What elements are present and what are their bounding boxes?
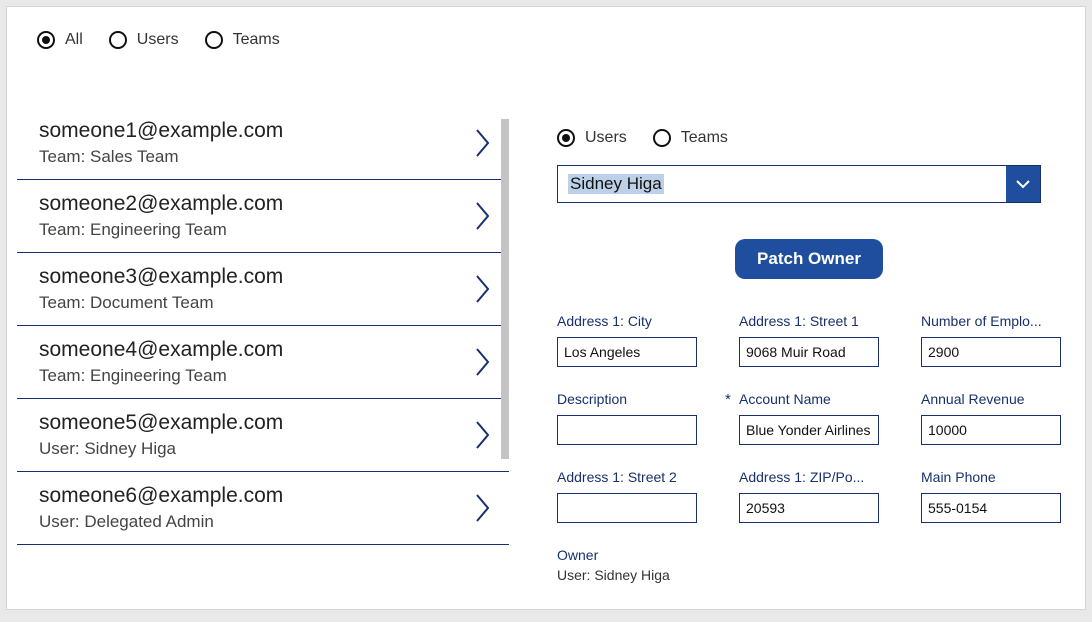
field-input[interactable] [921, 493, 1061, 523]
detail-filter-group: Users Teams [557, 129, 1061, 147]
field-label: Address 1: ZIP/Po... [739, 469, 879, 485]
chevron-right-icon [475, 274, 491, 304]
list-item-text: someone2@example.com Team: Engineering T… [39, 192, 283, 240]
field-address1-city: Address 1: City [557, 313, 697, 367]
filter-radio-teams[interactable]: Teams [205, 31, 280, 49]
radio-icon [557, 129, 575, 147]
chevron-right-icon [475, 201, 491, 231]
filter-label: Users [137, 31, 179, 49]
list-item-primary: someone3@example.com [39, 265, 283, 289]
list-item-text: someone3@example.com Team: Document Team [39, 265, 283, 313]
field-label: Description [557, 391, 697, 407]
filter-radio-users[interactable]: Users [109, 31, 179, 49]
chevron-right-icon [475, 347, 491, 377]
field-label: Address 1: Street 2 [557, 469, 697, 485]
field-label: Address 1: City [557, 313, 697, 329]
field-input[interactable] [557, 493, 697, 523]
split-layout: someone1@example.com Team: Sales Team so… [7, 107, 1085, 609]
owner-select[interactable]: Sidney Higa [557, 165, 1041, 203]
field-address1-street2: Address 1: Street 2 [557, 469, 697, 523]
field-description: Description [557, 391, 697, 445]
list-item[interactable]: someone2@example.com Team: Engineering T… [17, 180, 509, 253]
field-address1-zip: Address 1: ZIP/Po... [739, 469, 879, 523]
chevron-right-icon [475, 420, 491, 450]
list-item-secondary: Team: Sales Team [39, 147, 283, 167]
filter-label: Users [585, 129, 627, 147]
filter-label: Teams [681, 129, 728, 147]
list-item-primary: someone5@example.com [39, 411, 283, 435]
list-item[interactable]: someone5@example.com User: Sidney Higa [17, 399, 509, 472]
app-frame: All Users Teams someone1@example.com Tea… [6, 6, 1086, 610]
list-item-primary: someone2@example.com [39, 192, 283, 216]
detail-radio-teams[interactable]: Teams [653, 129, 728, 147]
list-item-text: someone6@example.com User: Delegated Adm… [39, 484, 283, 532]
field-label: Main Phone [921, 469, 1061, 485]
field-input[interactable] [739, 493, 879, 523]
patch-owner-button[interactable]: Patch Owner [735, 239, 883, 279]
filter-label: Teams [233, 31, 280, 49]
list-item[interactable]: someone4@example.com Team: Engineering T… [17, 326, 509, 399]
list-item-primary: someone6@example.com [39, 484, 283, 508]
field-account-name: * Account Name [739, 391, 879, 445]
field-input[interactable] [739, 337, 879, 367]
list-item-text: someone4@example.com Team: Engineering T… [39, 338, 283, 386]
radio-icon [205, 31, 223, 49]
chevron-down-icon [1015, 178, 1031, 190]
owner-value: User: Sidney Higa [557, 567, 1061, 583]
radio-icon [653, 129, 671, 147]
list-item-primary: someone4@example.com [39, 338, 283, 362]
field-number-employees: Number of Emplo... [921, 313, 1061, 367]
list-item[interactable]: someone1@example.com Team: Sales Team [17, 107, 509, 180]
field-input[interactable] [739, 415, 879, 445]
radio-icon [109, 31, 127, 49]
field-input[interactable] [557, 337, 697, 367]
list-item[interactable]: someone6@example.com User: Delegated Adm… [17, 472, 509, 545]
list-item-text: someone5@example.com User: Sidney Higa [39, 411, 283, 459]
owner-label: Owner [557, 547, 1061, 563]
chevron-right-icon [475, 128, 491, 158]
record-list: someone1@example.com Team: Sales Team so… [7, 107, 509, 609]
list-item-secondary: Team: Document Team [39, 293, 283, 313]
chevron-right-icon [475, 493, 491, 523]
field-grid: Address 1: City Address 1: Street 1 Numb… [557, 313, 1061, 523]
filter-radio-all[interactable]: All [37, 31, 83, 49]
owner-select-value: Sidney Higa [558, 166, 1006, 202]
field-input[interactable] [921, 415, 1061, 445]
scrollbar[interactable] [501, 119, 509, 459]
list-item-secondary: Team: Engineering Team [39, 220, 283, 240]
detail-radio-users[interactable]: Users [557, 129, 627, 147]
field-annual-revenue: Annual Revenue [921, 391, 1061, 445]
field-main-phone: Main Phone [921, 469, 1061, 523]
field-label: Account Name [739, 391, 879, 407]
field-label: Address 1: Street 1 [739, 313, 879, 329]
radio-icon [37, 31, 55, 49]
field-label: Annual Revenue [921, 391, 1061, 407]
list-item[interactable]: someone3@example.com Team: Document Team [17, 253, 509, 326]
field-label: Number of Emplo... [921, 313, 1061, 329]
list-item-text: someone1@example.com Team: Sales Team [39, 119, 283, 167]
list-item-primary: someone1@example.com [39, 119, 283, 143]
dropdown-button[interactable] [1006, 166, 1040, 202]
required-star-icon: * [725, 391, 731, 408]
detail-pane: Users Teams Sidney Higa Patch Owner Add [509, 107, 1085, 609]
list-item-secondary: Team: Engineering Team [39, 366, 283, 386]
list-item-secondary: User: Delegated Admin [39, 512, 283, 532]
field-address1-street1: Address 1: Street 1 [739, 313, 879, 367]
field-input[interactable] [557, 415, 697, 445]
list-filter-group: All Users Teams [7, 7, 1085, 49]
field-input[interactable] [921, 337, 1061, 367]
filter-label: All [65, 31, 83, 49]
list-item-secondary: User: Sidney Higa [39, 439, 283, 459]
